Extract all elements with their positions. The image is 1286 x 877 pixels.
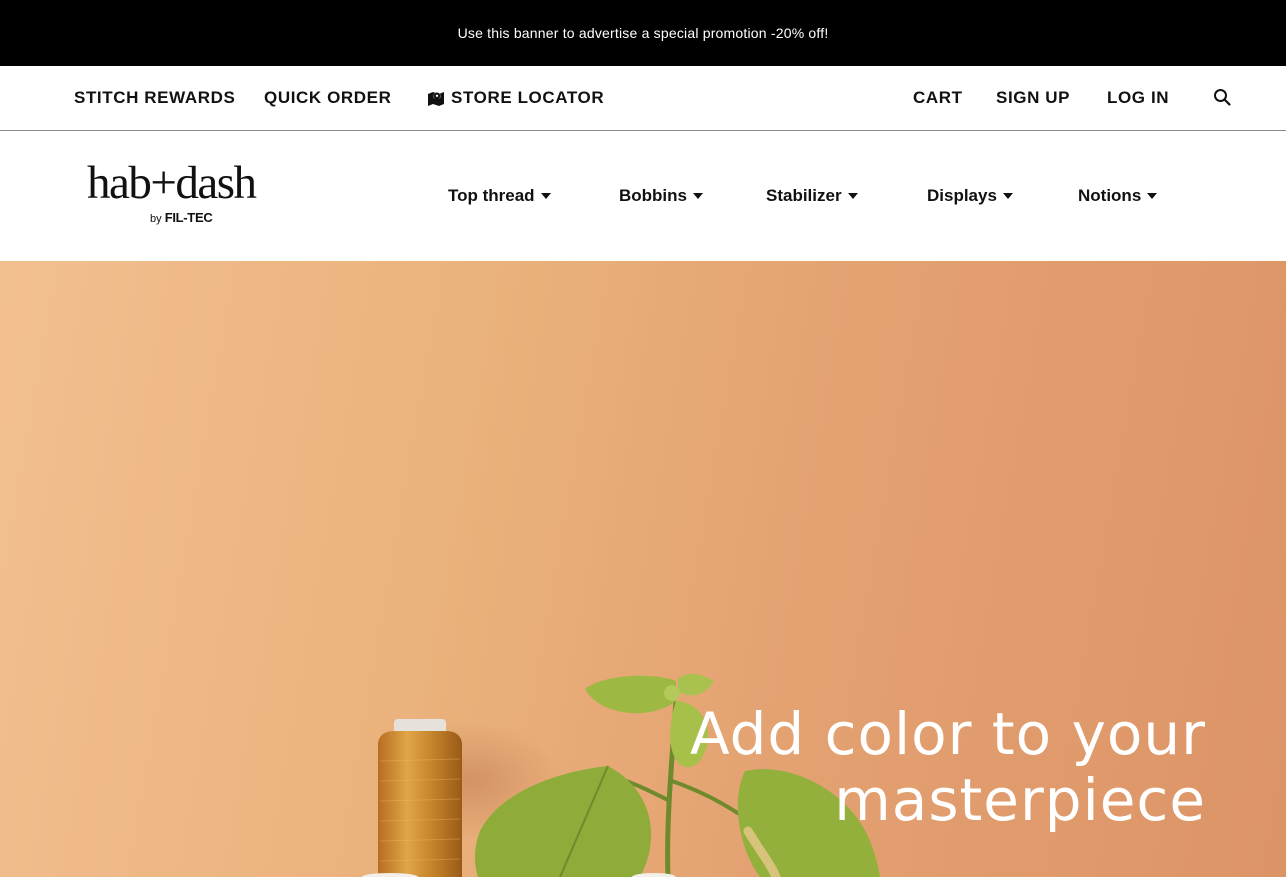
- stitch-rewards-link[interactable]: STITCH REWARDS: [74, 66, 235, 130]
- nav-notions-label: Notions: [1078, 186, 1142, 205]
- nav-notions[interactable]: Notions: [1078, 183, 1158, 209]
- site-logo[interactable]: hab+dash by FIL-TEC: [87, 158, 302, 233]
- logo-brand: FIL-TEC: [164, 210, 213, 225]
- search-icon[interactable]: [1211, 86, 1233, 108]
- nav-bobbins-label: Bobbins: [619, 186, 687, 205]
- caret-down-icon: [693, 193, 703, 199]
- caret-down-icon: [1002, 193, 1013, 199]
- sign-up-link[interactable]: SIGN UP: [996, 66, 1070, 130]
- caret-down-icon: [1147, 193, 1158, 199]
- store-locator-label: STORE LOCATOR: [451, 88, 605, 107]
- promo-banner-text: Use this banner to advertise a special p…: [457, 25, 829, 41]
- map-marker-icon: [427, 90, 445, 107]
- logo-by-text: by: [150, 213, 162, 225]
- main-nav: hab+dash by FIL-TEC Top thread Bobbins S…: [0, 131, 1286, 261]
- utility-nav: STITCH REWARDS QUICK ORDER STORE LOCATOR…: [0, 66, 1286, 131]
- nav-displays-label: Displays: [927, 186, 997, 205]
- hero-banner: Add color to your masterpiece: [0, 261, 1286, 877]
- nav-stabilizer-label: Stabilizer: [766, 186, 842, 205]
- nav-top-thread-label: Top thread: [448, 186, 535, 205]
- hero-headline: Add color to your masterpiece: [586, 701, 1206, 833]
- caret-down-icon: [540, 193, 551, 199]
- hero-headline-line1: Add color to your: [689, 700, 1206, 768]
- log-in-link[interactable]: LOG IN: [1107, 66, 1169, 130]
- thread-spool: [378, 719, 462, 877]
- promo-banner: Use this banner to advertise a special p…: [0, 0, 1286, 66]
- logo-wordmark: hab+dash: [87, 157, 257, 209]
- nav-top-thread[interactable]: Top thread: [448, 183, 551, 209]
- nav-stabilizer[interactable]: Stabilizer: [766, 183, 858, 209]
- cart-link[interactable]: CART: [913, 66, 963, 130]
- nav-bobbins[interactable]: Bobbins: [619, 183, 703, 209]
- nav-displays[interactable]: Displays: [927, 183, 1013, 209]
- quick-order-link[interactable]: QUICK ORDER: [264, 66, 392, 130]
- hero-headline-line2: masterpiece: [834, 766, 1206, 834]
- logo-byline: by FIL-TEC: [150, 210, 213, 225]
- store-locator-link[interactable]: STORE LOCATOR: [427, 66, 604, 130]
- caret-down-icon: [847, 193, 858, 199]
